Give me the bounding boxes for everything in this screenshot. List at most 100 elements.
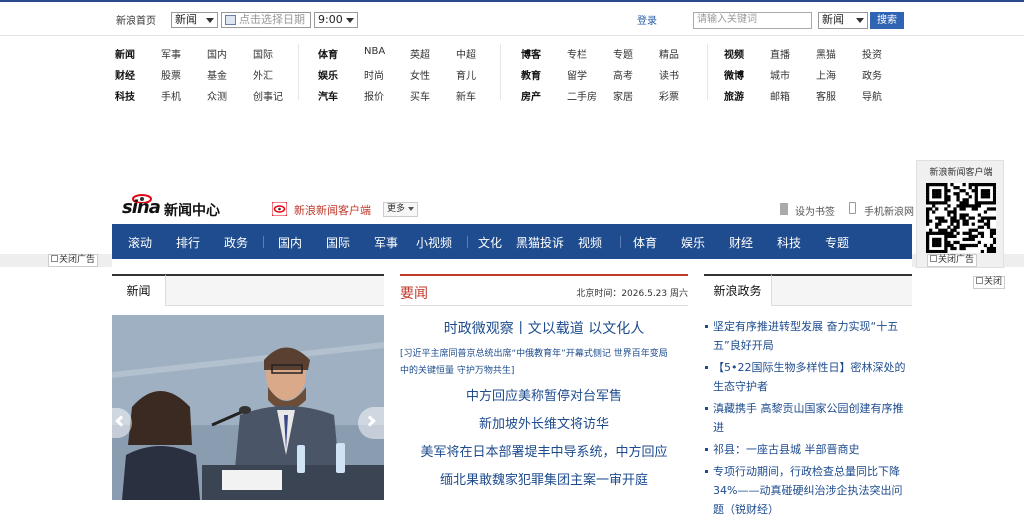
channel-link[interactable]: 二手房 xyxy=(567,88,597,103)
channel-link[interactable]: 客服 xyxy=(816,88,836,103)
time-select[interactable]: 9:00 xyxy=(314,12,358,28)
nav-item[interactable]: 排行 xyxy=(176,234,200,251)
channel-link[interactable]: 体育 xyxy=(318,46,338,61)
channel-link[interactable]: 留学 xyxy=(567,67,587,82)
search-scope-select[interactable]: 新闻 xyxy=(818,12,868,29)
channel-link[interactable]: 育儿 xyxy=(456,67,476,82)
nav-item[interactable]: 小视频 xyxy=(416,234,452,251)
channel-link[interactable]: 股票 xyxy=(161,67,181,82)
channel-link[interactable]: 房产 xyxy=(521,88,541,103)
tab-gov-affairs[interactable]: 新浪政务 xyxy=(704,274,772,306)
story-link[interactable]: 美军将在日本部署堤丰中导系统，中方回应 xyxy=(400,441,688,460)
gov-news-line[interactable]: 坚定有序推进转型发展 奋力实现“十五 xyxy=(713,318,913,334)
nav-item[interactable]: 专题 xyxy=(825,234,849,251)
channel-link[interactable]: 彩票 xyxy=(659,88,679,103)
channel-link[interactable]: 导航 xyxy=(862,88,882,103)
channel-link[interactable]: 买车 xyxy=(410,88,430,103)
search-button[interactable]: 搜索 xyxy=(870,12,904,29)
channel-link[interactable]: 新车 xyxy=(456,88,476,103)
channel-link[interactable]: 投资 xyxy=(862,46,882,61)
headline-link[interactable]: 时政微观察丨文以载道 以文化人 xyxy=(400,318,688,338)
channel-link[interactable]: 中超 xyxy=(456,46,476,61)
channel-link[interactable]: 军事 xyxy=(161,46,181,61)
channel-link[interactable]: 家居 xyxy=(613,88,633,103)
client-link[interactable]: 新浪新闻客户端 xyxy=(294,202,371,218)
channel-link[interactable]: 微博 xyxy=(724,67,744,82)
nav-item[interactable]: 国际 xyxy=(326,234,350,251)
gov-news-line[interactable]: 滇藏携手 高黎贡山国家公园创建有序推 xyxy=(713,400,913,416)
gov-news-line[interactable]: 34%——动真碰硬纠治涉企执法突出问 xyxy=(713,482,913,498)
tab-news[interactable]: 新闻 xyxy=(112,274,166,306)
search-input[interactable]: 请输入关键词 xyxy=(693,12,812,29)
channel-link[interactable]: 黑猫 xyxy=(816,46,836,61)
login-link[interactable]: 登录 xyxy=(637,12,657,27)
channel-link[interactable]: 众测 xyxy=(207,88,227,103)
gov-news-line[interactable]: 专项行动期间，行政检查总量同比下降 xyxy=(713,463,913,479)
channel-link[interactable]: 上海 xyxy=(816,67,836,82)
nav-item[interactable]: 视频 xyxy=(578,234,602,251)
channel-link[interactable]: 旅游 xyxy=(724,88,744,103)
channel-link[interactable]: 高考 xyxy=(613,67,633,82)
channel-link[interactable]: 娱乐 xyxy=(318,67,338,82)
photo-carousel[interactable] xyxy=(112,315,384,500)
channel-link[interactable]: 专栏 xyxy=(567,46,587,61)
channel-link[interactable]: 汽车 xyxy=(318,88,338,103)
channel-link[interactable]: 国内 xyxy=(207,46,227,61)
nav-item[interactable]: 滚动 xyxy=(128,234,152,251)
nav-item[interactable]: 财经 xyxy=(729,234,753,251)
channel-link[interactable]: 基金 xyxy=(207,67,227,82)
nav-item[interactable]: 政务 xyxy=(224,234,248,251)
mobile-link[interactable]: 手机新浪网 xyxy=(864,203,914,218)
qr-close-button[interactable]: 关闭 xyxy=(973,276,1006,289)
more-dropdown[interactable]: 更多 xyxy=(383,202,418,217)
carousel-next-button[interactable] xyxy=(358,407,384,439)
channel-select[interactable]: 新闻 xyxy=(171,12,218,28)
gov-news-line[interactable]: 祁县：一座古县城 半部晋商史 xyxy=(713,441,913,457)
story-link[interactable]: 新加坡外长维文将访华 xyxy=(400,413,688,432)
channel-link[interactable]: 直播 xyxy=(770,46,790,61)
channel-link[interactable]: 教育 xyxy=(521,67,541,82)
headline-summary[interactable]: [习近平主席同普京总统出席“中俄教育年”开幕式侧记 世界百年变局 中的关键恒量 … xyxy=(400,346,688,380)
story-link[interactable]: 缅北果敢魏家犯罪集团主案一审开庭 xyxy=(400,469,688,488)
channel-link[interactable]: 专题 xyxy=(613,46,633,61)
channel-link[interactable]: 外汇 xyxy=(253,67,273,82)
channel-link[interactable]: 视频 xyxy=(724,46,744,61)
channel-link[interactable]: 英超 xyxy=(410,46,430,61)
channel-link[interactable]: 时尚 xyxy=(364,67,384,82)
channel-link[interactable]: 财经 xyxy=(115,67,135,82)
nav-item[interactable]: 文化 xyxy=(478,234,502,251)
nav-item[interactable]: 体育 xyxy=(633,234,657,251)
nav-item[interactable]: 军事 xyxy=(374,234,398,251)
channel-link[interactable]: 城市 xyxy=(770,67,790,82)
nav-item[interactable]: 科技 xyxy=(777,234,801,251)
top-bar: 新浪首页 新闻 点击选择日期 9:00 登录 请输入关键词 新闻 搜索 xyxy=(0,0,1024,36)
channel-link[interactable]: 精品 xyxy=(659,46,679,61)
close-ad-button-right[interactable]: 关闭广告 xyxy=(927,254,978,267)
nav-item[interactable]: 娱乐 xyxy=(681,234,705,251)
story-link[interactable]: 中方回应美称暂停对台军售 xyxy=(400,385,688,404)
channel-link[interactable]: 创事记 xyxy=(253,88,283,103)
nav-item[interactable]: 黑猫投诉 xyxy=(516,234,564,251)
close-ad-button-left[interactable]: 关闭广告 xyxy=(48,254,99,267)
channel-link[interactable]: 女性 xyxy=(410,67,430,82)
channel-link[interactable]: 手机 xyxy=(161,88,181,103)
channel-link[interactable]: 读书 xyxy=(659,67,679,82)
nav-item[interactable]: 国内 xyxy=(278,234,302,251)
date-picker-input[interactable]: 点击选择日期 xyxy=(221,12,311,28)
gov-news-line[interactable]: 【5•22国际生物多样性日】密林深处的 xyxy=(713,359,913,375)
calendar-icon xyxy=(225,15,236,25)
channel-link[interactable]: NBA xyxy=(364,46,385,57)
gov-news-line[interactable]: 五”良好开局 xyxy=(713,337,913,353)
gov-news-line[interactable]: 题（锐财经） xyxy=(713,501,913,517)
bookmark-link[interactable]: 设为书签 xyxy=(795,203,835,218)
gov-news-line[interactable]: 进 xyxy=(713,419,913,435)
channel-link[interactable]: 科技 xyxy=(115,88,135,103)
channel-link[interactable]: 报价 xyxy=(364,88,384,103)
channel-link[interactable]: 新闻 xyxy=(115,46,135,61)
channel-link[interactable]: 邮箱 xyxy=(770,88,790,103)
channel-link[interactable]: 国际 xyxy=(253,46,273,61)
channel-link[interactable]: 政务 xyxy=(862,67,882,82)
home-link[interactable]: 新浪首页 xyxy=(116,12,156,27)
channel-link[interactable]: 博客 xyxy=(521,46,541,61)
gov-news-line[interactable]: 生态守护者 xyxy=(713,378,913,394)
